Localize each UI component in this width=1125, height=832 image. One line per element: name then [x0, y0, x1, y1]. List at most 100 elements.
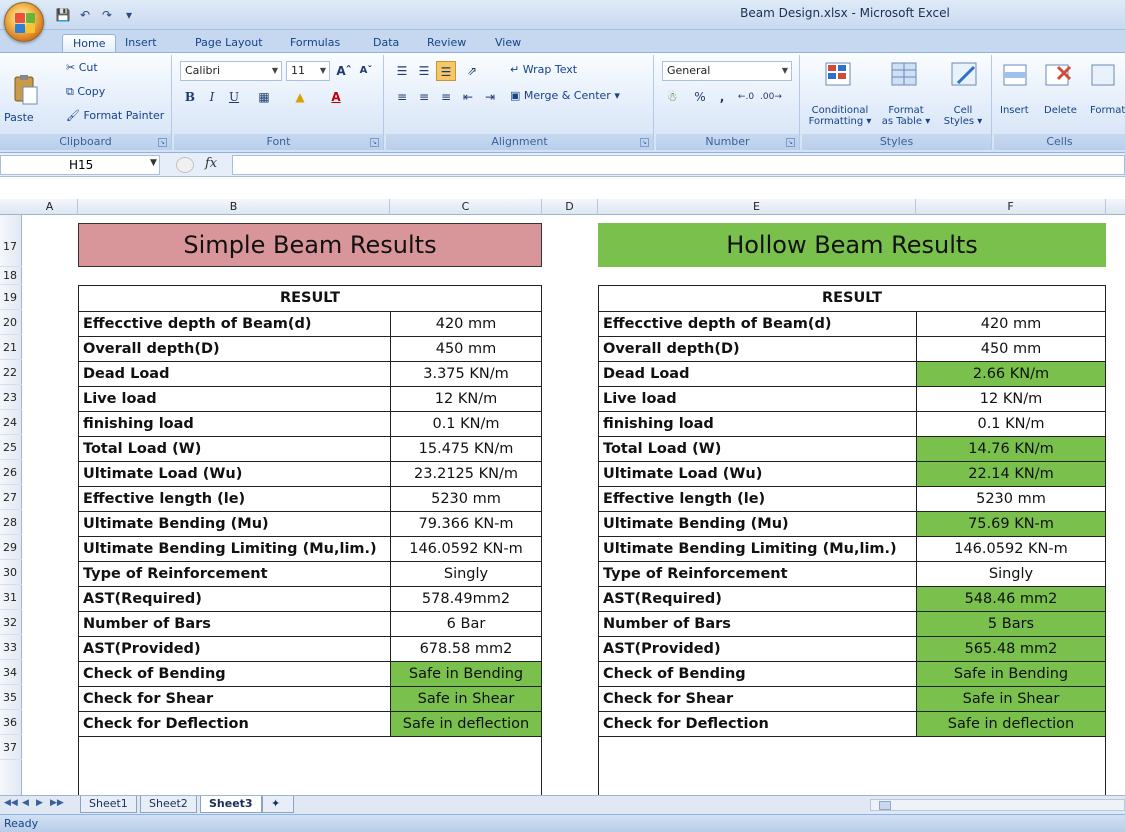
- sheet-tab-sheet3[interactable]: Sheet3: [200, 796, 262, 813]
- row-header[interactable]: 36: [0, 710, 22, 735]
- format-painter-button[interactable]: 🖌 Format Painter: [66, 109, 164, 122]
- row-header[interactable]: 25: [0, 435, 22, 460]
- column-header[interactable]: A: [22, 199, 78, 215]
- paste-button[interactable]: Paste: [4, 111, 34, 124]
- shrink-font-icon[interactable]: Aˇ: [356, 61, 376, 81]
- number-launcher-icon[interactable]: ↘: [786, 138, 795, 147]
- row-header[interactable]: 30: [0, 560, 22, 585]
- paste-icon[interactable]: [8, 75, 42, 107]
- row-header[interactable]: 28: [0, 510, 22, 535]
- align-left-icon[interactable]: ≡: [392, 87, 412, 107]
- row-header[interactable]: 26: [0, 460, 22, 485]
- tab-formulas[interactable]: Formulas: [290, 34, 340, 52]
- office-button[interactable]: [4, 2, 44, 42]
- insert-sheet-icon[interactable]: ✦: [262, 796, 294, 813]
- font-name-combo[interactable]: Calibri ▼: [180, 61, 282, 81]
- clipboard-launcher-icon[interactable]: ↘: [158, 138, 167, 147]
- align-right-icon[interactable]: ≡: [436, 87, 456, 107]
- row-header[interactable]: 27: [0, 485, 22, 510]
- scrollbar-thumb[interactable]: [879, 801, 891, 810]
- delete-button[interactable]: Delete: [1044, 105, 1077, 116]
- row-header[interactable]: 29: [0, 535, 22, 560]
- cell-styles-icon[interactable]: [948, 59, 982, 91]
- font-size-combo[interactable]: 11 ▼: [286, 61, 330, 81]
- row-header[interactable]: 24: [0, 410, 22, 435]
- copy-button[interactable]: ⧉ Copy: [66, 85, 105, 99]
- align-bottom-icon[interactable]: ☰: [436, 61, 456, 81]
- font-launcher-icon[interactable]: ↘: [370, 138, 379, 147]
- tab-data[interactable]: Data: [373, 34, 399, 52]
- tab-home[interactable]: Home: [62, 34, 117, 52]
- decrease-decimal-icon[interactable]: .00→: [760, 87, 782, 107]
- column-header[interactable]: [1106, 199, 1125, 215]
- number-format-combo[interactable]: General ▼: [662, 61, 792, 81]
- row-header[interactable]: 31: [0, 585, 22, 610]
- row-header[interactable]: 34: [0, 660, 22, 685]
- row-header[interactable]: 33: [0, 635, 22, 660]
- tab-insert[interactable]: Insert: [125, 34, 157, 52]
- italic-icon[interactable]: I: [202, 87, 222, 107]
- next-sheet-icon[interactable]: ▶: [36, 798, 43, 808]
- format-cells-icon[interactable]: [1088, 59, 1122, 91]
- borders-icon[interactable]: ▦: [254, 87, 274, 107]
- insert-cells-icon[interactable]: [1000, 59, 1034, 91]
- align-middle-icon[interactable]: ☰: [414, 61, 434, 81]
- column-header[interactable]: E: [598, 199, 916, 215]
- tab-review[interactable]: Review: [427, 34, 466, 52]
- cell-styles-button[interactable]: Cell Styles ▾: [940, 105, 986, 127]
- orientation-icon[interactable]: ⇗: [462, 61, 482, 81]
- row-header[interactable]: 22: [0, 360, 22, 385]
- underline-icon[interactable]: U: [224, 87, 244, 107]
- last-sheet-icon[interactable]: ▶▶: [50, 798, 64, 808]
- increase-indent-icon[interactable]: ⇥: [480, 87, 500, 107]
- row-header[interactable]: 23: [0, 385, 22, 410]
- name-box[interactable]: H15: [0, 155, 160, 175]
- decrease-indent-icon[interactable]: ⇤: [458, 87, 478, 107]
- fill-color-icon[interactable]: ▲: [290, 87, 310, 107]
- delete-cells-icon[interactable]: [1042, 59, 1076, 91]
- formula-input[interactable]: [232, 155, 1125, 175]
- sheet-tab-sheet1[interactable]: Sheet1: [80, 796, 137, 813]
- conditional-formatting-icon[interactable]: [822, 59, 856, 91]
- first-sheet-icon[interactable]: ◀◀: [4, 798, 18, 808]
- align-center-icon[interactable]: ≡: [414, 87, 434, 107]
- row-header[interactable]: 32: [0, 610, 22, 635]
- align-top-icon[interactable]: ☰: [392, 61, 412, 81]
- row-header[interactable]: 35: [0, 685, 22, 710]
- grow-font-icon[interactable]: Aˆ: [334, 61, 354, 81]
- row-header[interactable]: 18: [0, 267, 22, 285]
- row-header[interactable]: 20: [0, 310, 22, 335]
- tab-page-layout[interactable]: Page Layout: [195, 34, 263, 52]
- cut-button[interactable]: ✂ Cut: [66, 61, 98, 74]
- row-header[interactable]: 37: [0, 735, 22, 760]
- cancel-icon[interactable]: [176, 157, 194, 173]
- tab-view[interactable]: View: [495, 34, 521, 52]
- column-header[interactable]: D: [542, 199, 598, 215]
- bold-icon[interactable]: B: [180, 87, 200, 107]
- chevron-down-icon[interactable]: ▼: [150, 158, 157, 168]
- horizontal-scrollbar[interactable]: [870, 799, 1125, 811]
- comma-style-button[interactable]: ,: [712, 87, 732, 107]
- format-button[interactable]: Format: [1090, 105, 1125, 116]
- sheet-tab-sheet2[interactable]: Sheet2: [140, 796, 197, 813]
- prev-sheet-icon[interactable]: ◀: [22, 798, 29, 808]
- column-header[interactable]: B: [78, 199, 390, 215]
- row-header[interactable]: 17: [0, 215, 22, 267]
- alignment-launcher-icon[interactable]: ↘: [640, 138, 649, 147]
- increase-decimal-icon[interactable]: ←.0: [736, 87, 756, 107]
- wrap-text-button[interactable]: ↵ Wrap Text: [510, 63, 577, 76]
- format-as-table-button[interactable]: Format as Table ▾: [878, 105, 934, 127]
- column-header[interactable]: C: [390, 199, 542, 215]
- accounting-format-icon[interactable]: ☃: [662, 87, 682, 107]
- insert-function-button[interactable]: fx: [205, 156, 217, 171]
- percent-style-button[interactable]: %: [690, 87, 710, 107]
- font-color-icon[interactable]: A: [326, 87, 346, 107]
- format-as-table-icon[interactable]: [888, 59, 922, 91]
- row-header[interactable]: 19: [0, 285, 22, 310]
- worksheet-grid[interactable]: Simple Beam Results Hollow Beam Results …: [22, 215, 1125, 795]
- conditional-formatting-button[interactable]: Conditional Formatting ▾: [806, 105, 874, 127]
- merge-center-button[interactable]: ▣ Merge & Center ▾: [510, 89, 620, 102]
- column-header[interactable]: F: [916, 199, 1106, 215]
- insert-button[interactable]: Insert: [1000, 105, 1029, 116]
- row-header[interactable]: 21: [0, 335, 22, 360]
